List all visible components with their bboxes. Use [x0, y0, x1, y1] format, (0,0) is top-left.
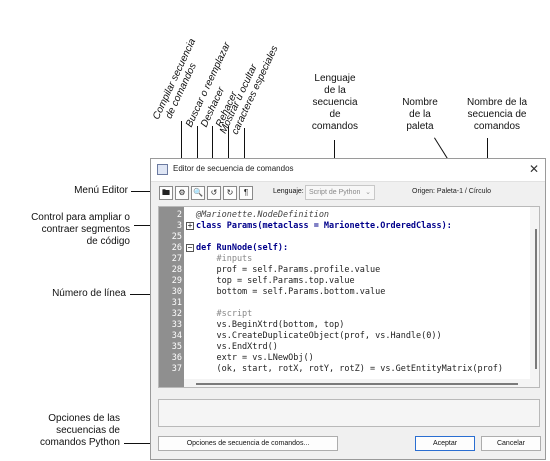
code-line: extr = vs.LNewObj(): [196, 353, 314, 363]
close-icon[interactable]: ✕: [529, 162, 539, 176]
code-line: @Marionette.NodeDefinition: [196, 210, 330, 220]
script-options-button[interactable]: Opciones de secuencia de comandos...: [158, 436, 338, 451]
collapse-segment-toggle[interactable]: −: [186, 244, 194, 252]
annotation-script-name: Nombre de la secuencia de comandos: [466, 97, 528, 132]
annotation-line-number: Número de línea: [52, 288, 126, 299]
title-bar: Editor de secuencia de comandos ✕: [151, 159, 545, 182]
line-number: 30: [171, 287, 182, 297]
find-replace-button[interactable]: 🔍: [191, 186, 205, 200]
scroll-thumb[interactable]: [196, 383, 518, 385]
line-number: 36: [171, 353, 182, 363]
line-number: 28: [171, 265, 182, 275]
code-line: prof = self.Params.profile.value: [196, 265, 381, 275]
line-number: 26: [171, 243, 182, 253]
code-line: #inputs: [196, 254, 253, 264]
line-number: 37: [171, 364, 182, 374]
code-line: bottom = self.Params.bottom.value: [196, 287, 386, 297]
annotation-python-options: Opciones de las secuencias de comandos P…: [39, 413, 120, 448]
expand-segment-toggle[interactable]: +: [186, 222, 194, 230]
annotation-palette-name: Nombre de la paleta: [402, 97, 438, 132]
line-number: 27: [171, 254, 182, 264]
chevron-down-icon: ⌄: [365, 189, 371, 196]
line-number: 25: [171, 232, 182, 242]
app-icon: [157, 164, 168, 175]
vertical-scrollbar[interactable]: [530, 207, 539, 387]
annotation-menu-editor: Menú Editor: [74, 185, 128, 196]
undo-button[interactable]: ↺: [207, 186, 221, 200]
code-line: vs.EndXtrd(): [196, 342, 278, 352]
language-label: Lenguaje:: [273, 188, 304, 195]
annotation-script-language: Lenguaje de la secuencia de comandos: [311, 73, 359, 132]
redo-button[interactable]: ↻: [223, 186, 237, 200]
line-number: 2: [176, 210, 182, 220]
cancel-button[interactable]: Cancelar: [481, 436, 541, 451]
accept-button[interactable]: Aceptar: [415, 436, 475, 451]
line-number: 34: [171, 331, 182, 341]
code-line: (ok, start, rotX, rotY, rotZ) = vs.GetEn…: [196, 364, 504, 374]
code-line: #script: [196, 309, 253, 319]
language-select[interactable]: Script de Python ⌄: [305, 185, 375, 200]
undo-icon: ↺: [210, 188, 218, 197]
line-number: 35: [171, 342, 182, 352]
code-line: top = self.Params.top.value: [196, 276, 355, 286]
code-line: class Params(metaclass = Marionette.Orde…: [196, 221, 452, 231]
menu-icon: 🖿: [162, 188, 170, 197]
search-icon: 🔍: [193, 188, 203, 197]
code-line: vs.CreateDuplicateObject(prof, vs.Handle…: [196, 331, 442, 341]
horizontal-scrollbar[interactable]: [184, 379, 532, 387]
editor-menu-button[interactable]: 🖿: [159, 186, 173, 200]
line-number: 3: [176, 221, 182, 231]
annotation-code-segment-control: Control para ampliar o contraer segmento…: [31, 212, 130, 247]
origin-label: Origen: Paleta-1 / Círculo: [412, 188, 491, 195]
output-panel: [158, 399, 540, 427]
code-line: vs.BeginXtrd(bottom, top): [196, 320, 345, 330]
redo-icon: ↻: [226, 188, 234, 197]
script-editor-dialog: Editor de secuencia de comandos ✕ 🖿 ⚙ 🔍 …: [150, 158, 546, 460]
compile-button[interactable]: ⚙: [175, 186, 189, 200]
line-number: 32: [171, 309, 182, 319]
code-editor[interactable]: 2 3 25 26 27 28 29 30 31 32 33 34 35 36 …: [158, 206, 540, 388]
line-number: 33: [171, 320, 182, 330]
line-number-gutter: 2 3 25 26 27 28 29 30 31 32 33 34 35 36 …: [159, 207, 184, 387]
pilcrow-icon: ¶: [243, 188, 249, 197]
code-line: def RunNode(self):: [196, 243, 289, 253]
show-special-chars-button[interactable]: ¶: [239, 186, 253, 200]
scroll-thumb[interactable]: [535, 229, 537, 369]
window-title: Editor de secuencia de comandos: [173, 164, 294, 173]
gear-icon: ⚙: [178, 188, 186, 197]
line-number: 31: [171, 298, 182, 308]
language-value: Script de Python: [309, 189, 361, 196]
line-number: 29: [171, 276, 182, 286]
